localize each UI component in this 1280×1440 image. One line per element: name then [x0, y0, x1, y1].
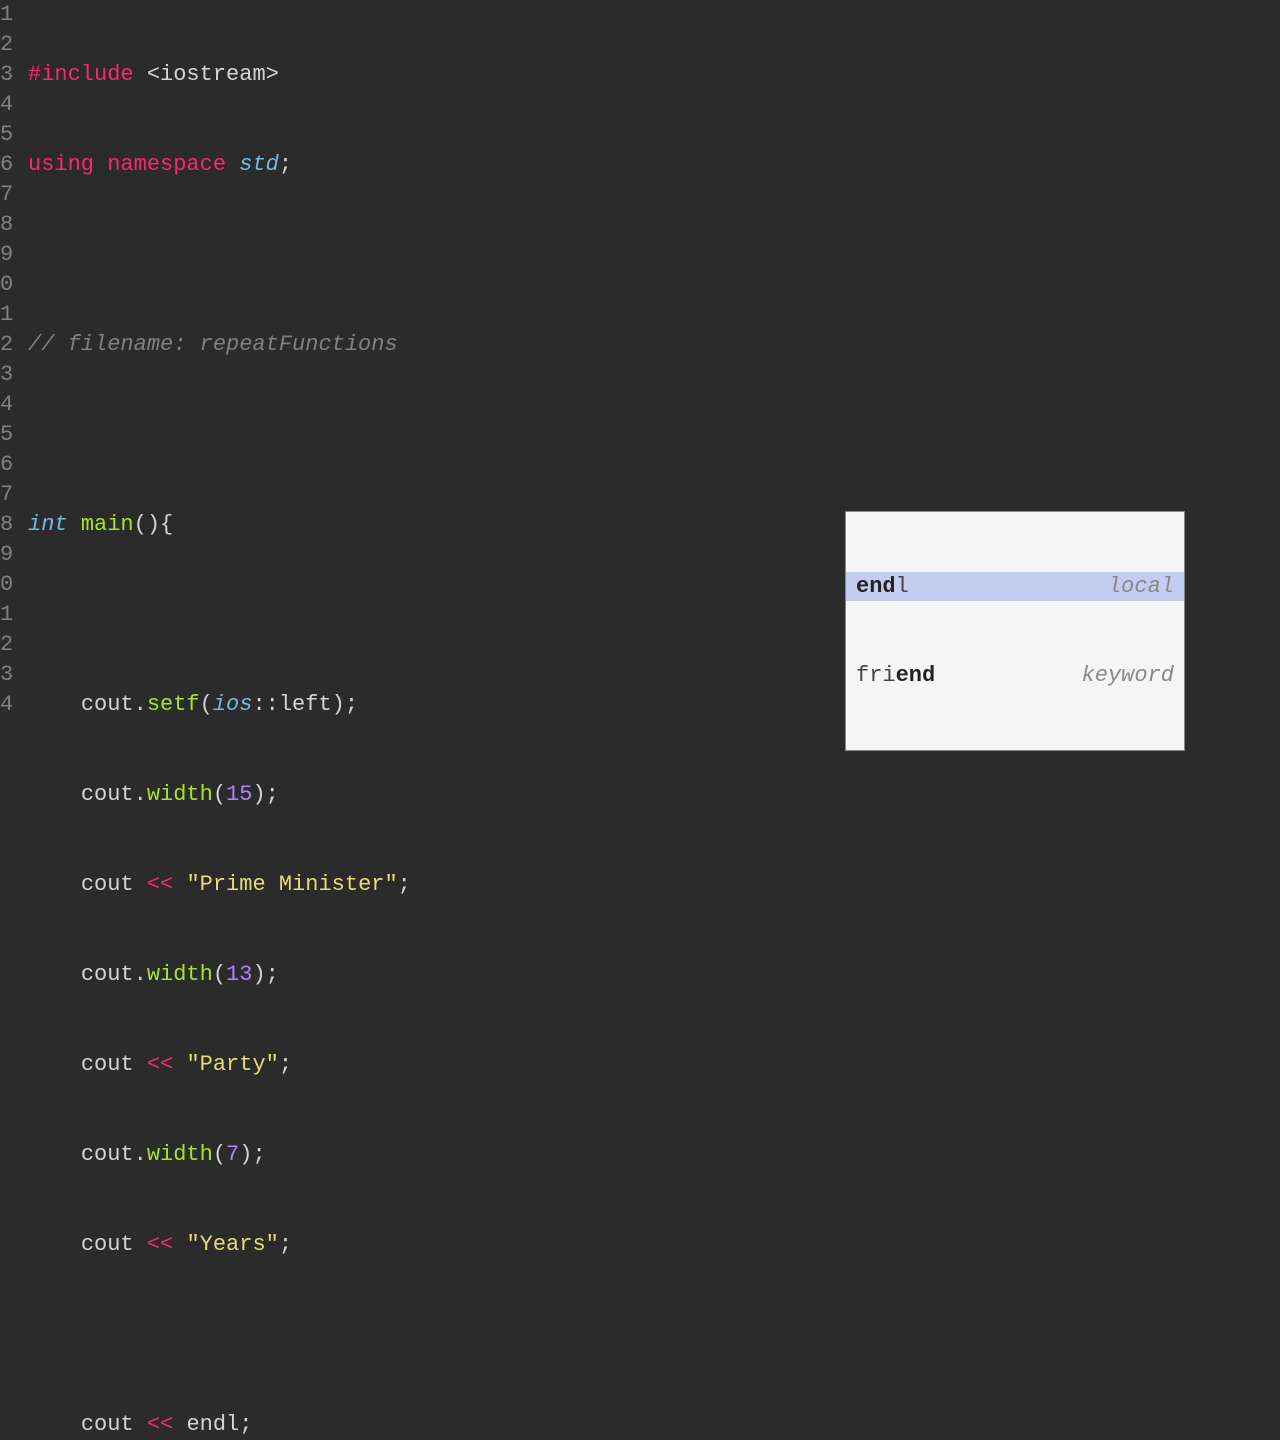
- line-number: 4: [0, 390, 12, 420]
- autocomplete-item-endl[interactable]: endl local: [846, 572, 1184, 601]
- code-line-10[interactable]: cout << "Prime Minister";: [28, 870, 1280, 900]
- line-number-gutter: 1 2 3 4 5 6 7 8 9 0 1 2 3 4 5 6 7 8 9 0 …: [0, 0, 20, 720]
- code-line-12[interactable]: cout << "Party";: [28, 1050, 1280, 1080]
- line-number: 8: [0, 510, 12, 540]
- code-line-3[interactable]: [28, 240, 1280, 270]
- code-line-16[interactable]: cout << endl;: [28, 1410, 1280, 1440]
- line-number: 4: [0, 90, 12, 120]
- code-line-5[interactable]: [28, 420, 1280, 450]
- line-number: 0: [0, 570, 12, 600]
- line-number: 9: [0, 540, 12, 570]
- line-number: 1: [0, 300, 12, 330]
- line-number: 2: [0, 30, 12, 60]
- line-number: 5: [0, 120, 12, 150]
- line-number: 7: [0, 480, 12, 510]
- line-number: 8: [0, 210, 12, 240]
- line-number: 5: [0, 420, 12, 450]
- code-area[interactable]: #include <iostream> using namespace std;…: [20, 0, 1280, 720]
- code-line-14[interactable]: cout << "Years";: [28, 1230, 1280, 1260]
- line-number: 6: [0, 150, 12, 180]
- line-number: 7: [0, 180, 12, 210]
- line-number: 3: [0, 660, 12, 690]
- code-line-4[interactable]: // filename: repeatFunctions: [28, 330, 1280, 360]
- line-number: 4: [0, 690, 12, 720]
- autocomplete-item-friend[interactable]: friend keyword: [846, 661, 1184, 690]
- autocomplete-kind: local: [1108, 572, 1174, 602]
- code-editor[interactable]: 1 2 3 4 5 6 7 8 9 0 1 2 3 4 5 6 7 8 9 0 …: [0, 0, 1280, 720]
- code-line-15[interactable]: [28, 1320, 1280, 1350]
- line-number: 1: [0, 0, 12, 30]
- code-line-1[interactable]: #include <iostream>: [28, 60, 1280, 90]
- autocomplete-kind: keyword: [1082, 661, 1174, 691]
- code-line-13[interactable]: cout.width(7);: [28, 1140, 1280, 1170]
- line-number: 3: [0, 360, 12, 390]
- line-number: 3: [0, 60, 12, 90]
- line-number: 9: [0, 240, 12, 270]
- line-number: 6: [0, 450, 12, 480]
- line-number: 1: [0, 600, 12, 630]
- line-number: 0: [0, 270, 12, 300]
- code-line-9[interactable]: cout.width(15);: [28, 780, 1280, 810]
- line-number: 2: [0, 630, 12, 660]
- autocomplete-popup[interactable]: endl local friend keyword: [845, 511, 1185, 751]
- code-line-2[interactable]: using namespace std;: [28, 150, 1280, 180]
- line-number: 2: [0, 330, 12, 360]
- code-line-11[interactable]: cout.width(13);: [28, 960, 1280, 990]
